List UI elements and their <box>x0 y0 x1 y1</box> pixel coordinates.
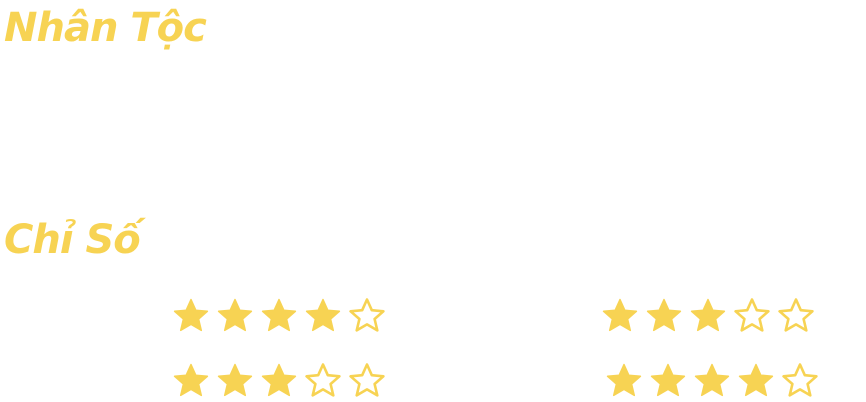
star-filled-icon <box>304 297 342 335</box>
star-outline-icon <box>304 362 342 400</box>
star-filled-icon <box>649 362 687 400</box>
star-filled-icon <box>605 362 643 400</box>
star-outline-icon <box>781 362 819 400</box>
star-outline-icon <box>777 297 815 335</box>
stat-rating-4 <box>605 362 819 400</box>
stat-rating-3 <box>172 362 386 400</box>
star-filled-icon <box>693 362 731 400</box>
stats-heading: Chỉ Số <box>4 217 141 263</box>
stat-rating-1 <box>172 297 386 335</box>
star-filled-icon <box>172 297 210 335</box>
star-filled-icon <box>689 297 727 335</box>
star-outline-icon <box>348 297 386 335</box>
star-outline-icon <box>348 362 386 400</box>
star-filled-icon <box>601 297 639 335</box>
star-filled-icon <box>645 297 683 335</box>
star-filled-icon <box>260 362 298 400</box>
star-filled-icon <box>737 362 775 400</box>
stat-rating-2 <box>601 297 815 335</box>
star-filled-icon <box>216 362 254 400</box>
star-outline-icon <box>733 297 771 335</box>
star-filled-icon <box>216 297 254 335</box>
race-heading: Nhân Tộc <box>4 5 207 51</box>
star-filled-icon <box>172 362 210 400</box>
star-filled-icon <box>260 297 298 335</box>
